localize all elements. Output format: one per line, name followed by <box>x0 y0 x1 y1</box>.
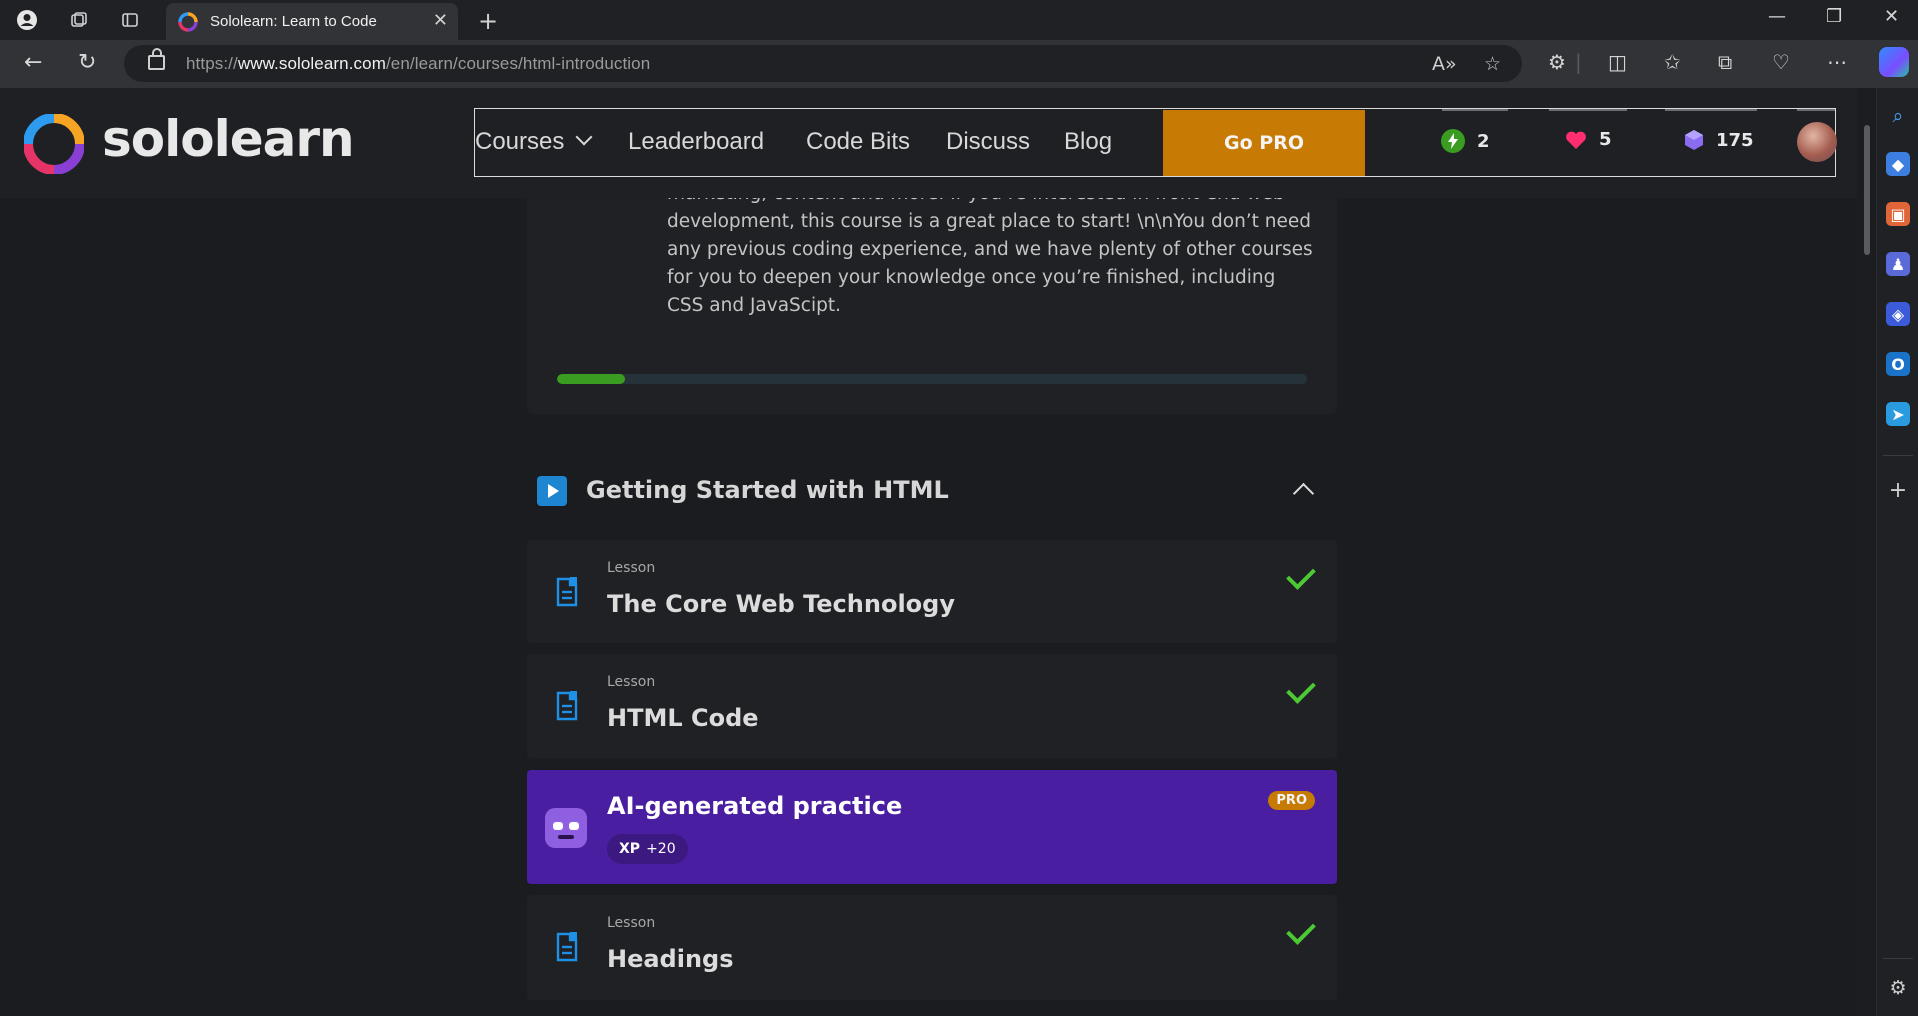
streak-count: 2 <box>1477 130 1490 152</box>
ai-practice-card[interactable]: AI-generated practice XP +20 PRO <box>527 770 1337 884</box>
chevron-up-icon[interactable] <box>1292 482 1315 505</box>
nav-code-bits[interactable]: Code Bits <box>806 128 910 156</box>
profile-icon[interactable] <box>16 9 38 31</box>
new-tab-icon[interactable]: + <box>478 7 498 35</box>
user-avatar[interactable] <box>1797 122 1837 162</box>
nav-discuss[interactable]: Discuss <box>946 128 1030 156</box>
shopping-tag-icon[interactable]: ◆ <box>1886 152 1910 176</box>
search-icon[interactable]: ⌕ <box>1886 104 1910 128</box>
pro-badge: PRO <box>1268 791 1315 810</box>
scrollbar-thumb[interactable] <box>1864 125 1870 255</box>
completed-check-icon <box>1286 560 1316 590</box>
gems-stat[interactable]: 175 <box>1684 129 1754 151</box>
course-description: marketing, content and more. If you’re i… <box>667 183 1313 316</box>
go-pro-button[interactable]: Go PRO <box>1163 110 1365 176</box>
lesson-document-icon <box>556 932 578 962</box>
add-icon[interactable]: + <box>1886 478 1910 503</box>
completed-check-icon <box>1286 915 1316 945</box>
lesson-type: Lesson <box>607 560 656 576</box>
browser-essentials-icon[interactable]: ♡ <box>1772 50 1790 74</box>
gem-icon <box>1684 129 1704 151</box>
address-bar[interactable]: https://www.sololearn.com/en/learn/cours… <box>124 45 1522 82</box>
tab-title: Sololearn: Learn to Code <box>210 13 377 30</box>
lesson-title: HTML Code <box>607 704 759 732</box>
course-progress-bar <box>557 374 1307 384</box>
copilot-side-icon[interactable]: ◈ <box>1886 302 1910 326</box>
copilot-icon[interactable] <box>1879 47 1909 77</box>
ai-bot-icon <box>545 808 587 848</box>
main-nav: Courses Leaderboard Code Bits Discuss Bl… <box>474 108 1837 177</box>
streak-bolt-icon <box>1441 129 1465 153</box>
tab-actions-icon[interactable] <box>119 9 141 31</box>
play-icon <box>537 476 567 506</box>
send-icon[interactable]: ➤ <box>1886 402 1910 426</box>
completed-check-icon <box>1286 674 1316 704</box>
edge-sidebar: ⌕ ◆ ▣ ♟ ◈ O ➤ + ⚙ <box>1876 88 1918 1016</box>
settings-gear-icon[interactable]: ⚙ <box>1886 976 1910 1000</box>
active-tab[interactable]: Sololearn: Learn to Code ✕ <box>166 3 458 40</box>
lesson-item[interactable]: Lesson The Core Web Technology <box>527 540 1337 643</box>
games-icon[interactable]: ♟ <box>1886 252 1910 276</box>
sololearn-favicon-icon <box>178 12 198 32</box>
url-text[interactable]: https://www.sololearn.com/en/learn/cours… <box>186 54 650 74</box>
nav-courses[interactable]: Courses <box>475 128 593 156</box>
workspaces-icon[interactable] <box>68 9 90 31</box>
course-description-card: marketing, content and more. If you’re i… <box>527 183 1337 414</box>
hearts-count: 5 <box>1599 129 1612 150</box>
ai-practice-title: AI-generated practice <box>607 792 903 820</box>
close-window-icon[interactable]: ✕ <box>1884 6 1899 27</box>
lesson-title: The Core Web Technology <box>607 590 955 618</box>
refresh-icon[interactable]: ↻ <box>78 50 96 75</box>
toolbar-divider: | <box>1575 50 1582 74</box>
sidebar-divider <box>1883 958 1913 959</box>
close-tab-icon[interactable]: ✕ <box>433 10 448 31</box>
gems-count: 175 <box>1716 129 1754 151</box>
module-title: Getting Started with HTML <box>586 476 949 504</box>
heart-icon <box>1565 130 1587 150</box>
streak-stat[interactable]: 2 <box>1441 129 1490 153</box>
stat-divider <box>1442 109 1508 111</box>
logo-text[interactable]: sololearn <box>102 110 355 168</box>
browser-tab-bar: Sololearn: Learn to Code ✕ + — ❐ ✕ <box>0 0 1918 40</box>
course-progress-fill <box>557 374 625 384</box>
lesson-type: Lesson <box>607 674 656 690</box>
lesson-item[interactable]: Lesson HTML Code <box>527 654 1337 758</box>
hearts-stat[interactable]: 5 <box>1565 129 1612 150</box>
outlook-icon[interactable]: O <box>1886 352 1910 376</box>
read-aloud-icon[interactable]: A» <box>1432 53 1457 75</box>
collections-icon[interactable]: ⧉ <box>1718 50 1732 74</box>
lesson-item[interactable]: Lesson Headings <box>527 895 1337 1000</box>
stat-divider <box>1549 109 1627 111</box>
tools-icon[interactable]: ▣ <box>1886 202 1910 226</box>
stat-divider <box>1665 109 1757 111</box>
lesson-title: Headings <box>607 945 734 973</box>
lesson-document-icon <box>556 691 578 721</box>
browser-toolbar: ← ↻ https://www.sololearn.com/en/learn/c… <box>0 40 1918 88</box>
favorite-star-icon[interactable]: ☆ <box>1484 53 1501 75</box>
extensions-icon[interactable]: ⚙ <box>1548 50 1566 74</box>
xp-badge: XP +20 <box>607 834 688 864</box>
nav-leaderboard[interactable]: Leaderboard <box>628 128 764 156</box>
nav-blog[interactable]: Blog <box>1064 128 1112 156</box>
lesson-document-icon <box>556 577 578 607</box>
restore-icon[interactable]: ❐ <box>1826 6 1842 27</box>
more-menu-icon[interactable]: ⋯ <box>1827 50 1847 74</box>
site-header: sololearn Courses Leaderboard Code Bits … <box>0 88 1857 198</box>
chevron-down-icon <box>575 128 593 146</box>
lesson-type: Lesson <box>607 915 656 931</box>
sololearn-logo-icon[interactable] <box>24 114 84 174</box>
favorites-icon[interactable]: ✩ <box>1664 50 1681 74</box>
split-screen-icon[interactable]: ◫ <box>1608 50 1627 74</box>
back-icon[interactable]: ← <box>24 50 42 75</box>
module-header[interactable]: Getting Started with HTML <box>527 464 1337 514</box>
lock-icon[interactable] <box>148 48 165 70</box>
sidebar-divider <box>1883 455 1913 456</box>
stat-divider <box>1797 109 1835 111</box>
minimize-icon[interactable]: — <box>1768 6 1786 27</box>
